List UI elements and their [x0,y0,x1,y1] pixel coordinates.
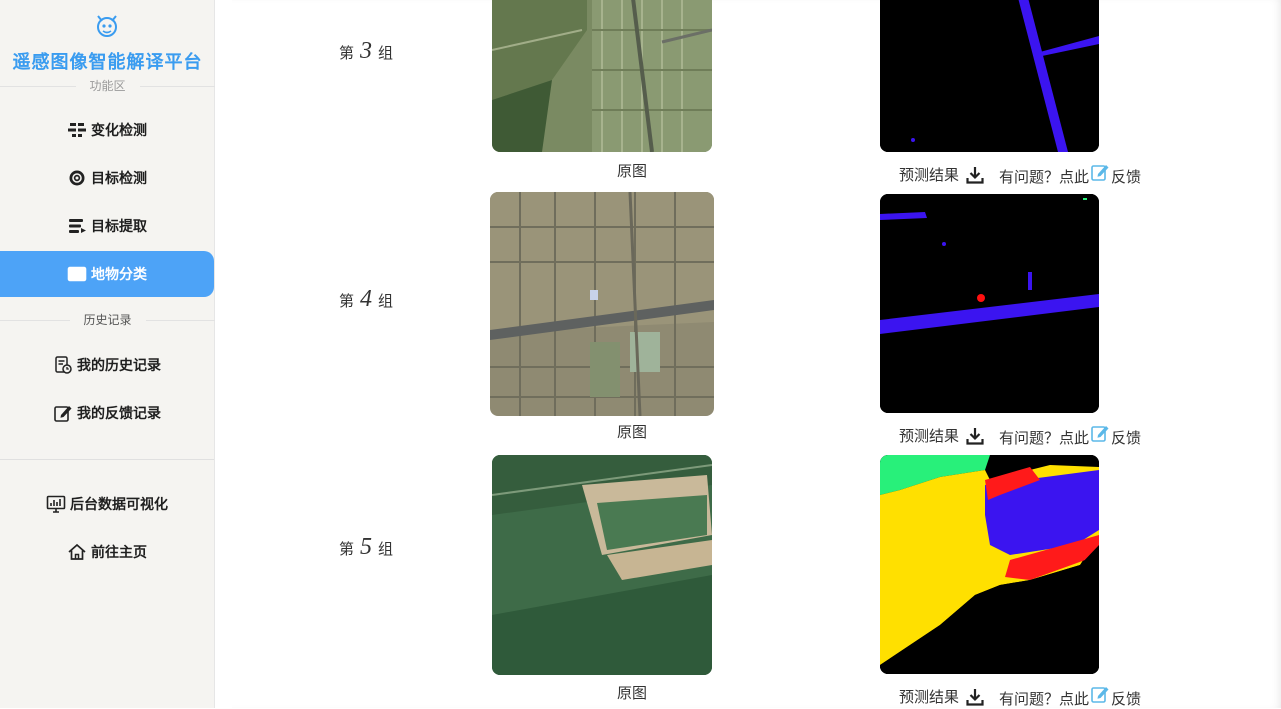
group-number: 4 [360,286,373,312]
classify-icon [67,266,87,282]
nav-label: 变化检测 [91,123,147,139]
nav-item-target-detection[interactable]: 目标检测 [0,155,214,201]
target-extract-icon [69,219,86,233]
group-label: 第3组 [339,38,394,64]
group-number: 3 [360,38,373,64]
nav-item-land-classification[interactable]: 地物分类 [0,251,214,297]
nav-label: 我的反馈记录 [77,406,161,422]
original-caption: 原图 [617,684,648,702]
satellite-image-farmland [492,0,712,152]
history-icon [55,356,72,374]
result-bar: 预测结果 有问题？点此 反馈 [899,684,1141,709]
sidebar-separator [0,459,214,460]
nav-label: 目标提取 [91,219,147,235]
group-number: 5 [360,534,373,560]
original-caption: 原图 [617,423,648,441]
nav-item-target-extraction[interactable]: 目标提取 [0,203,214,249]
pen-icon [1091,426,1109,442]
original-image[interactable] [492,455,712,675]
sidebar: 遥感图像智能解译平台 功能区 变化检测 目标检测 目标提取 地物分类 历史记录 … [0,0,215,708]
logo-icon [97,15,117,37]
nav-item-my-feedback[interactable]: 我的反馈记录 [0,390,214,436]
app-title: 遥感图像智能解译平台 [12,52,203,73]
result-bar: 预测结果 有问题？点此 反馈 [899,162,1141,187]
change-detect-icon [68,121,86,139]
satellite-image-green-field [492,455,712,675]
result-label: 预测结果 [899,166,960,184]
original-image[interactable] [492,0,712,152]
prediction-mask-image[interactable] [880,455,1099,674]
download-icon[interactable] [965,687,985,707]
monitor-chart-icon [46,495,66,513]
nav-item-change-detection[interactable]: 变化检测 [0,107,214,153]
group-label: 第4组 [339,286,394,312]
nav-label: 目标检测 [91,171,147,187]
original-image[interactable] [490,192,714,416]
section-divider-function: 功能区 [0,78,215,94]
section-label-function: 功能区 [75,78,140,94]
nav-item-home[interactable]: 前往主页 [0,529,214,575]
download-icon[interactable] [965,426,985,446]
nav-label: 我的历史记录 [77,358,161,374]
section-divider-history: 历史记录 [0,312,215,328]
segmentation-mask [880,455,1099,674]
group-label: 第5组 [339,534,394,560]
nav-label: 前往主页 [91,545,147,561]
pen-icon [1091,687,1109,703]
main-content [232,0,1281,708]
result-label: 预测结果 [899,427,960,445]
result-bar: 预测结果 有问题？点此 反馈 [899,423,1141,448]
satellite-image-fields-road [490,192,714,416]
feedback-link[interactable]: 有问题？点此 反馈 [999,684,1141,709]
prediction-mask-image[interactable] [880,194,1099,413]
home-icon [68,543,86,560]
segmentation-mask [880,0,1099,152]
section-label-history: 历史记录 [69,312,146,328]
download-icon[interactable] [965,165,985,185]
segmentation-mask [880,194,1099,413]
nav-label: 地物分类 [91,267,147,283]
prediction-mask-image[interactable] [880,0,1099,152]
nav-item-my-history[interactable]: 我的历史记录 [0,342,214,388]
pen-icon [1091,165,1109,181]
feedback-edit-icon [54,406,72,422]
result-label: 预测结果 [899,688,960,706]
target-detect-icon [69,170,85,186]
nav-label: 后台数据可视化 [70,497,168,513]
nav-item-data-visualization[interactable]: 后台数据可视化 [0,481,214,527]
feedback-link[interactable]: 有问题？点此 反馈 [999,423,1141,448]
feedback-link[interactable]: 有问题？点此 反馈 [999,162,1141,187]
original-caption: 原图 [617,162,648,180]
